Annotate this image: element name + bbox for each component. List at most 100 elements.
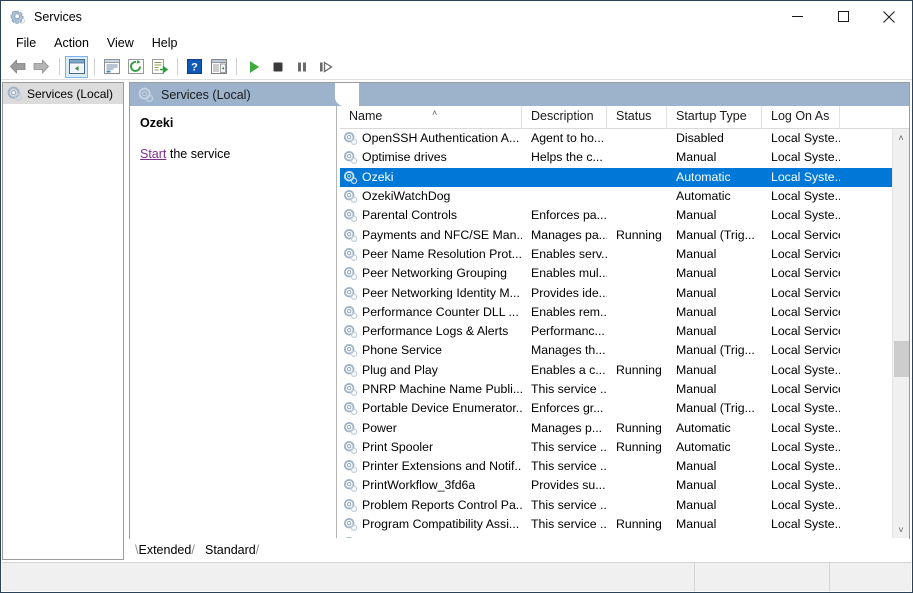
column-header-spacer (840, 106, 890, 129)
table-row[interactable]: Ozeki Automatic Local Syste... (340, 167, 909, 187)
back-button[interactable] (6, 56, 29, 78)
table-row[interactable]: Parental Controls Enforces pa... Manual Loc… (340, 206, 909, 225)
start-service-button[interactable] (242, 56, 265, 78)
cell-service-name: Phone Service (340, 341, 522, 360)
column-header-log-on-as[interactable]: Log On As (762, 106, 840, 129)
cell-status: Running (616, 227, 662, 242)
table-row[interactable]: Phone Service Manages th... Manual (Trig..… (340, 341, 909, 360)
table-row[interactable]: Peer Name Resolution Prot... Enables serv… (340, 245, 909, 264)
cell-log-on-as: Local Service (771, 246, 840, 261)
export-list-button[interactable] (148, 56, 171, 78)
service-gear-icon (343, 150, 358, 165)
service-gear-icon (343, 131, 358, 146)
table-row[interactable]: OzekiWatchDog Automatic Local Syste... (340, 187, 909, 206)
cell-service-name: Printer Extensions and Notif... (340, 457, 522, 476)
service-name-text: Plug and Play (362, 362, 438, 377)
minimize-button[interactable] (774, 2, 820, 32)
help-question-button[interactable]: ? (183, 56, 206, 78)
menu-action[interactable]: Action (45, 33, 98, 53)
tab-standard[interactable]: Standard/ (205, 540, 259, 560)
tree-item-services-local[interactable]: Services (Local) (3, 83, 123, 104)
service-gear-icon (343, 382, 358, 397)
table-row[interactable]: PNRP Machine Name Publi... This service .… (340, 380, 909, 399)
properties-button[interactable] (100, 56, 123, 78)
cell-service-name: OpenSSH Authentication A... (340, 129, 522, 148)
table-row[interactable]: OpenSSH Authentication A... Agent to ho..… (340, 129, 909, 148)
cell-description: Enables rem... (531, 304, 607, 319)
table-row[interactable]: Optimise drives Helps the c... Manual Local… (340, 148, 909, 167)
forward-button[interactable] (30, 56, 53, 78)
table-row[interactable]: Printer Extensions and Notif... This serv… (340, 457, 909, 476)
start-service-link[interactable]: Start (140, 147, 166, 161)
service-gear-icon (343, 305, 358, 320)
service-name-text: Problem Reports Control Pa... (362, 497, 522, 512)
cell-log-on-as: Local Syste... (771, 459, 840, 474)
cell-startup-type: Automatic (676, 439, 731, 454)
cell-service-name: PrintWorkflow_3fd6a (340, 476, 522, 495)
table-row[interactable]: Peer Networking Grouping Enables mul... Ma… (340, 264, 909, 283)
service-gear-icon (343, 517, 358, 532)
status-bar-divider (694, 563, 695, 591)
cell-description: Provides su... (531, 478, 606, 493)
service-gear-icon (343, 266, 358, 281)
cell-status: Running (616, 517, 662, 532)
tab-extended[interactable]: \Extended/ (135, 540, 195, 560)
service-gear-icon (343, 421, 358, 436)
table-row[interactable]: Quality Windows Audio Vid...Quality Win.… (340, 534, 909, 538)
service-name-text: OpenSSH Authentication A... (362, 131, 520, 146)
service-name-text: Performance Counter DLL ... (362, 304, 519, 319)
stop-service-button[interactable] (266, 56, 289, 78)
toolbar-separator (177, 58, 178, 75)
table-row[interactable]: PrintWorkflow_3fd6a Provides su... Manual L… (340, 476, 909, 495)
restart-service-button[interactable] (314, 56, 337, 78)
table-row[interactable]: Portable Device Enumerator... Enforces gr… (340, 399, 909, 418)
table-row[interactable]: Payments and NFC/SE Man... Manages pa... R… (340, 225, 909, 244)
cell-log-on-as: Local Syste... (771, 131, 840, 146)
service-action-text: Start the service (140, 147, 326, 161)
table-row[interactable]: Program Compatibility Assi... This servic… (340, 515, 909, 534)
column-header-description[interactable]: Description (522, 106, 607, 129)
service-name-text: Ozeki (362, 169, 394, 184)
service-name-text: PrintWorkflow_3fd6a (362, 478, 476, 493)
toolbar: ? (1, 54, 912, 80)
table-row[interactable]: Print Spooler This service ... Running Auto… (340, 438, 909, 457)
service-name-text: PNRP Machine Name Publi... (362, 382, 522, 396)
column-header-startup-type[interactable]: Startup Type (667, 106, 762, 129)
show-hide-tree-button[interactable] (65, 55, 88, 78)
close-button[interactable] (866, 2, 912, 32)
menu-file[interactable]: File (7, 33, 45, 53)
vertical-scrollbar[interactable]: ˄ ˅ (892, 129, 909, 538)
service-gear-icon (343, 170, 358, 185)
service-gear-icon (343, 208, 358, 223)
menu-view[interactable]: View (98, 33, 143, 53)
tab-standard-label: Standard (205, 543, 256, 557)
toolbar-separator (236, 58, 237, 75)
column-header-status[interactable]: Status (607, 106, 667, 129)
table-row[interactable]: Performance Logs & Alerts Performanc... Ma… (340, 322, 909, 341)
menu-help[interactable]: Help (143, 33, 187, 53)
table-row[interactable]: Problem Reports Control Pa... This servic… (340, 496, 909, 515)
cell-startup-type: Manual (676, 517, 717, 532)
refresh-button[interactable] (124, 56, 147, 78)
scroll-up-button[interactable]: ˄ (893, 129, 909, 146)
table-row[interactable]: Power Manages p... Running Automatic Local S… (340, 418, 909, 437)
cell-description: Enables mul... (531, 266, 607, 281)
maximize-button[interactable] (820, 2, 866, 32)
details-pane: Services (Local) Ozeki Start the service… (129, 82, 910, 560)
service-name-text: Portable Device Enumerator... (362, 401, 522, 416)
cell-description: Enforces gr... (531, 401, 604, 416)
pause-service-button[interactable] (290, 56, 313, 78)
selected-service-name: Ozeki (140, 116, 174, 130)
column-header-name[interactable]: Name ˄ (340, 106, 522, 129)
table-row[interactable]: Performance Counter DLL ... Enables rem..… (340, 303, 909, 322)
table-row[interactable]: Peer Networking Identity M... Provides id… (340, 283, 909, 302)
table-row[interactable]: Plug and Play Enables a c... Running Manual… (340, 361, 909, 380)
cell-startup-type: Manual (Trig... (676, 343, 755, 358)
scroll-down-button[interactable]: ˅ (893, 521, 909, 538)
service-detail-panel: Ozeki Start the service (130, 106, 336, 538)
show-action-pane-button[interactable] (207, 56, 230, 78)
service-name-text: Optimise drives (362, 150, 447, 165)
scrollbar-thumb[interactable] (894, 341, 909, 377)
services-gear-icon (10, 9, 26, 25)
cell-description: This service ... (531, 497, 607, 512)
